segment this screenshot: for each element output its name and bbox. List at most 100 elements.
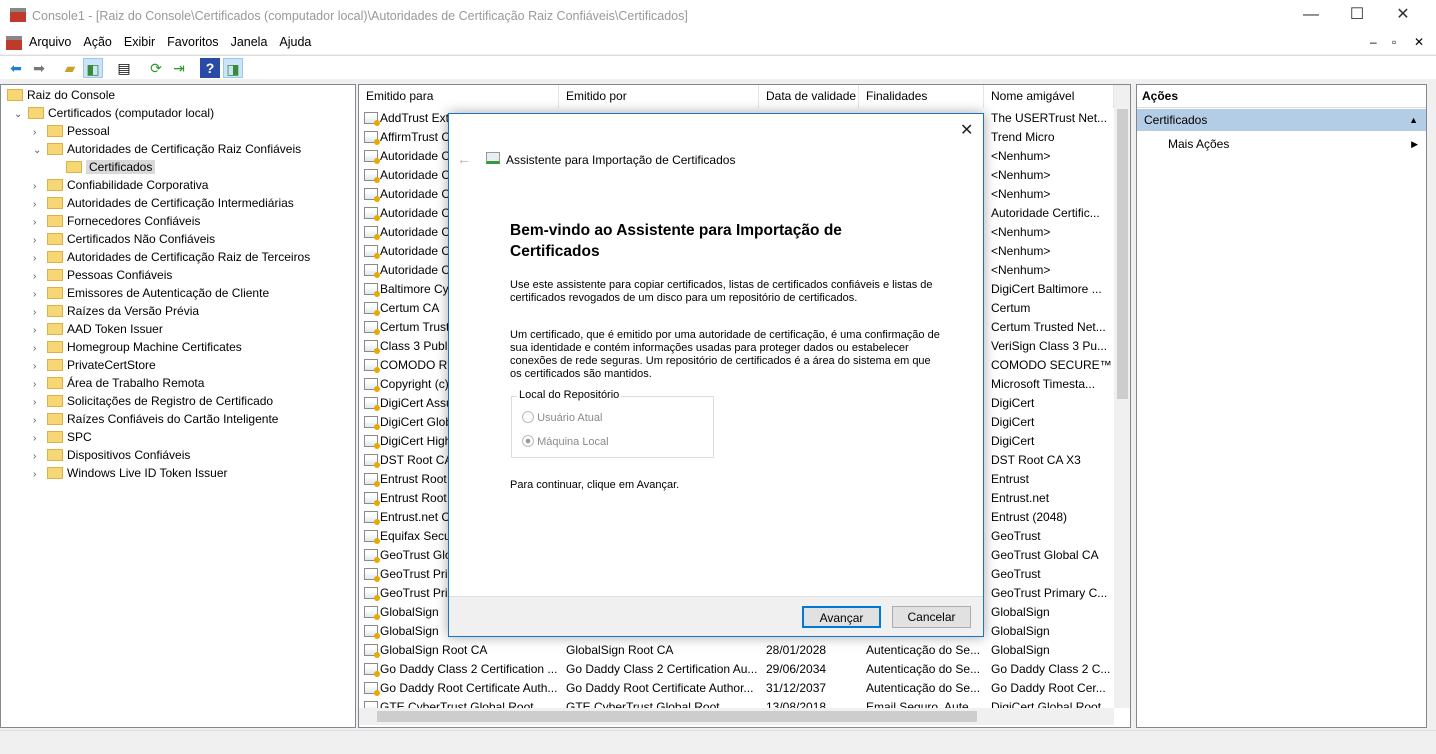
cell-text: Certum CA [380, 301, 440, 315]
tree-item[interactable]: › AAD Token Issuer [33, 320, 163, 338]
cell-friendly-name: <Nenhum> [984, 261, 1114, 280]
tree-item[interactable]: Certificados [52, 158, 156, 176]
tree-item[interactable]: › SPC [33, 428, 92, 446]
next-button[interactable]: Avançar [802, 606, 881, 628]
cell-friendly-name: <Nenhum> [984, 242, 1114, 261]
table-row[interactable]: Go Daddy Root Certificate Auth... Go Dadd… [359, 679, 1114, 698]
column-header-emitido-para[interactable]: Emitido para [359, 85, 559, 108]
folder-icon [66, 161, 82, 173]
menu-acao[interactable]: Ação [77, 32, 118, 52]
certificate-icon [364, 245, 380, 259]
up-folder-icon[interactable]: ▰ [60, 58, 80, 78]
cell-text: GeoTrust Glo [380, 548, 452, 562]
horizontal-scrollbar[interactable] [359, 708, 1114, 725]
tree-item[interactable]: Raiz do Console [7, 86, 115, 104]
actions-section-certificados[interactable]: Certificados ▲ [1137, 109, 1426, 131]
certificate-icon [364, 492, 380, 506]
tree-item[interactable]: › Autoridades de Certificação Raiz de Ter… [33, 248, 310, 266]
cell-friendly-name: DigiCert [984, 394, 1114, 413]
radio-current-user[interactable]: Usuário Atual [522, 411, 603, 424]
table-row[interactable]: GlobalSign Root CA GlobalSign Root CA 28/0… [359, 641, 1114, 660]
tree-item[interactable]: › PrivateCertStore [33, 356, 156, 374]
tree-item[interactable]: ⌄ Autoridades de Certificação Raiz Confiá… [33, 140, 301, 158]
tree-item[interactable]: › Windows Live ID Token Issuer [33, 464, 228, 482]
properties-icon[interactable]: ▤ [114, 58, 134, 78]
mdi-restore-button[interactable]: ▫ [1392, 35, 1396, 49]
tree-item[interactable]: › Solicitações de Registro de Certificado [33, 392, 273, 410]
mais-acoes-item[interactable]: Mais Ações ▶ [1137, 133, 1426, 155]
expand-chevron-icon[interactable]: ⌄ [14, 106, 28, 124]
menu-janela[interactable]: Janela [225, 32, 274, 52]
tree-item[interactable]: › Pessoas Confiáveis [33, 266, 172, 284]
tree-item[interactable]: ⌄ Certificados (computador local) [14, 104, 214, 122]
horizontal-scroll-thumb[interactable] [377, 711, 977, 722]
help-icon[interactable]: ? [200, 58, 220, 78]
refresh-icon[interactable]: ⟳ [146, 58, 166, 78]
mdi-close-button[interactable]: ✕ [1414, 35, 1424, 49]
cancel-button[interactable]: Cancelar [892, 606, 971, 628]
export-list-icon[interactable]: ⇥ [169, 58, 189, 78]
column-header-finalidades[interactable]: Finalidades [859, 85, 984, 108]
store-location-group: Local do Repositório Usuário Atual Máqui… [511, 389, 714, 458]
certificate-icon [364, 131, 380, 145]
cell-friendly-name: GlobalSign [984, 603, 1114, 622]
radio-local-machine[interactable]: Máquina Local [522, 435, 609, 448]
mdi-minimize-button[interactable]: – [1370, 35, 1377, 49]
tree-item[interactable]: › Certificados Não Confiáveis [33, 230, 215, 248]
certificate-icon [364, 340, 380, 354]
certificate-icon [364, 112, 380, 126]
minimize-button[interactable]: — [1288, 0, 1334, 32]
radio-circle-selected [522, 435, 534, 447]
collapse-up-icon[interactable]: ▲ [1409, 109, 1418, 131]
certificate-icon [364, 682, 380, 696]
radio-circle [522, 411, 534, 423]
cell-text: GlobalSign [380, 624, 439, 638]
cell-text: Certum Trusted Net... [991, 320, 1106, 334]
folder-icon [47, 467, 63, 479]
folder-icon [47, 449, 63, 461]
dialog-close-button[interactable]: ✕ [960, 120, 973, 140]
expand-chevron-icon[interactable]: › [33, 466, 47, 484]
show-hide-tree-icon[interactable]: ◧ [83, 58, 103, 78]
tree-item[interactable]: › Raízes Confiáveis do Cartão Inteligente [33, 410, 278, 428]
cell-text: GeoTrust Primary C... [991, 586, 1108, 600]
menu-ajuda[interactable]: Ajuda [273, 32, 317, 52]
certificate-icon [364, 435, 380, 449]
column-header-data-validade[interactable]: Data de validade [759, 85, 859, 108]
tree-item[interactable]: › Pessoal [33, 122, 110, 140]
cell-text: GlobalSign [380, 605, 439, 619]
tree-item-label: AAD Token Issuer [67, 322, 163, 336]
show-hide-action-pane-icon[interactable]: ◨ [223, 58, 243, 78]
back-icon[interactable]: ⬅ [6, 58, 26, 78]
tree-item[interactable]: › Raízes da Versão Prévia [33, 302, 199, 320]
column-header-nome-amigavel[interactable]: Nome amigável [984, 85, 1114, 108]
menu-exibir[interactable]: Exibir [118, 32, 161, 52]
close-button[interactable]: ✕ [1380, 0, 1426, 32]
tree-item[interactable]: › Homegroup Machine Certificates [33, 338, 242, 356]
cell-friendly-name: DigiCert [984, 413, 1114, 432]
forward-icon[interactable]: ➡ [29, 58, 49, 78]
vertical-scroll-thumb[interactable] [1117, 109, 1128, 399]
menu-arquivo[interactable]: Arquivo [23, 32, 77, 52]
wizard-back-icon[interactable]: ← [457, 151, 471, 167]
tree-item[interactable]: › Área de Trabalho Remota [33, 374, 204, 392]
maximize-button[interactable]: ☐ [1334, 0, 1380, 32]
menu-favoritos[interactable]: Favoritos [161, 32, 224, 52]
tree-item-label: Dispositivos Confiáveis [67, 448, 191, 462]
expand-chevron-icon[interactable]: ⌄ [33, 142, 47, 160]
cell-expiration-date: 31/12/2037 [759, 679, 859, 698]
tree-item-label: Confiabilidade Corporativa [67, 178, 209, 192]
tree-item[interactable]: › Autoridades de Certificação Intermediár… [33, 194, 294, 212]
tree-item[interactable]: › Fornecedores Confiáveis [33, 212, 200, 230]
cell-text: Autoridade C [380, 187, 451, 201]
cell-text: DigiCert [991, 415, 1035, 429]
tree-item-label: Emissores de Autenticação de Cliente [67, 286, 270, 300]
column-header-emitido-por[interactable]: Emitido por [559, 85, 759, 108]
tree-item[interactable]: › Emissores de Autenticação de Cliente [33, 284, 269, 302]
tree-item[interactable]: › Dispositivos Confiáveis [33, 446, 190, 464]
console-menu-icon[interactable] [6, 36, 22, 50]
vertical-scrollbar[interactable] [1114, 85, 1130, 708]
tree-item[interactable]: › Confiabilidade Corporativa [33, 176, 208, 194]
cell-friendly-name: DigiCert [984, 432, 1114, 451]
table-row[interactable]: Go Daddy Class 2 Certification ... Go Dad… [359, 660, 1114, 679]
